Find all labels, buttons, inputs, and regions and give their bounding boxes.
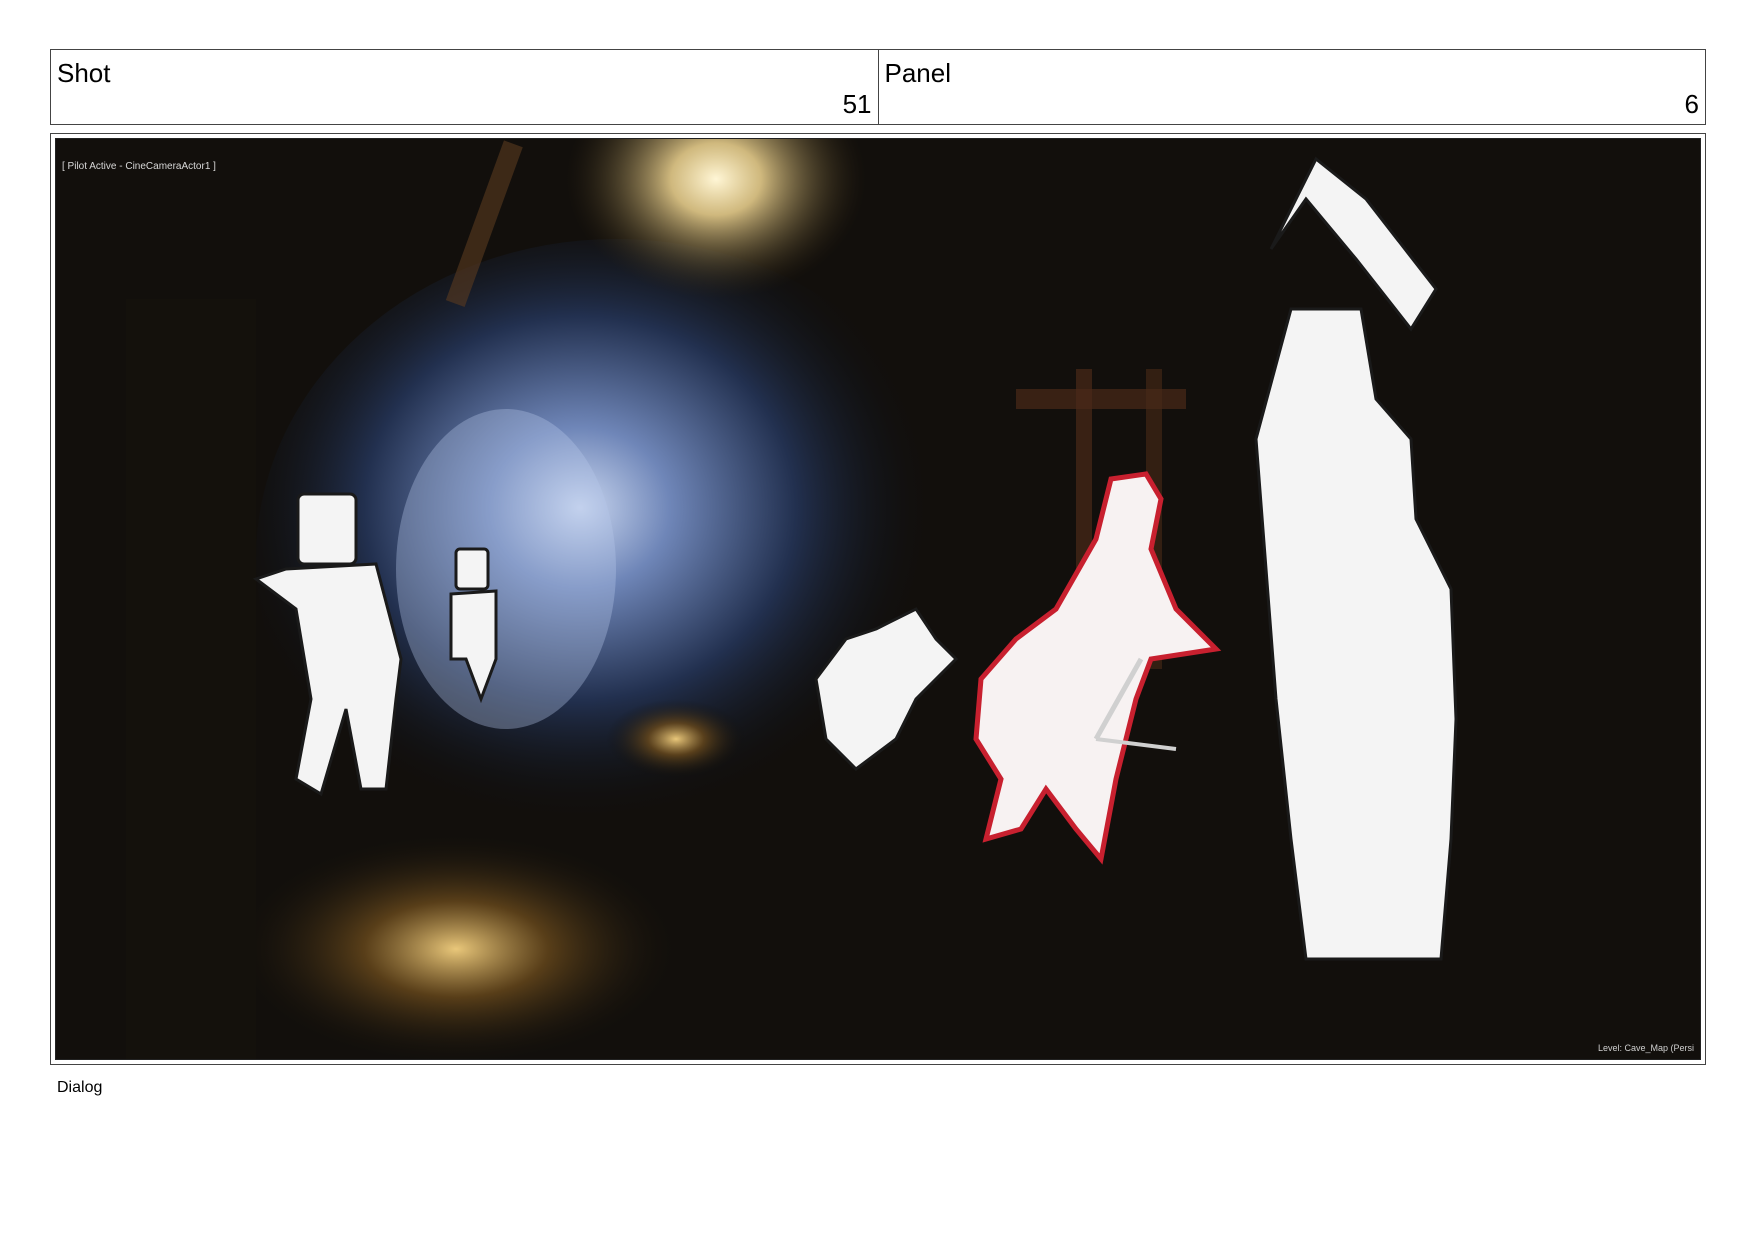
shot-number: 51 [842, 89, 872, 119]
level-label: Level: Cave_Map (Persi [1597, 1043, 1694, 1053]
cave-scene-illustration [56, 139, 1700, 1059]
panel-number: 6 [1684, 89, 1699, 119]
storyboard-frame: [ Pilot Active - CineCameraActor1 ] Leve… [50, 133, 1706, 1065]
panel-label: Panel [884, 58, 952, 88]
panel-cell: Panel 6 [877, 50, 1706, 124]
storyboard-header: Shot 51 Panel 6 [50, 49, 1706, 125]
pilot-active-label: [ Pilot Active - CineCameraActor1 ] [62, 161, 216, 172]
dialog-label: Dialog [57, 1079, 103, 1096]
shot-label: Shot [57, 58, 111, 88]
storyboard-panel-image: [ Pilot Active - CineCameraActor1 ] Leve… [55, 138, 1701, 1060]
shot-cell: Shot 51 [51, 50, 878, 124]
